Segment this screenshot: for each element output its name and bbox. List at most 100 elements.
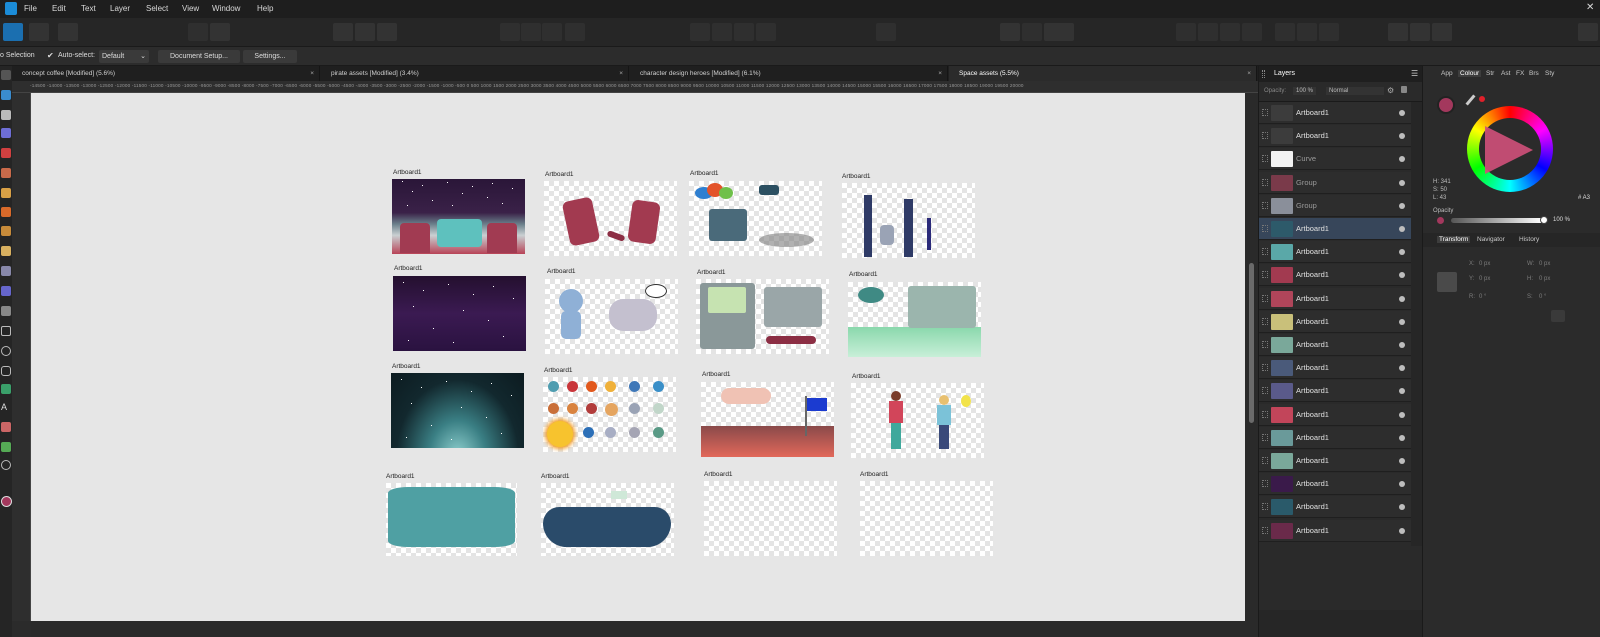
layer-row[interactable]: Artboard1 [1259,473,1411,496]
tab-character-design-heroes[interactable]: character design heroes [Modified] (6.1%… [630,66,948,81]
menu-edit[interactable]: Edit [52,4,66,13]
pixel-persona-icon[interactable] [29,23,49,41]
close-tab-icon[interactable]: × [310,66,314,81]
artboard-teal-panel[interactable] [386,483,517,556]
layer-row[interactable]: Artboard1 [1259,496,1411,519]
assistant3-icon[interactable] [1432,23,1452,41]
layer-row[interactable]: Artboard1 [1259,426,1411,449]
node-tool-icon[interactable] [1,110,11,120]
zoom-tool-icon[interactable] [1,460,11,470]
layer-row[interactable]: Artboard1 [1259,380,1411,403]
artboard-tool-icon[interactable] [1,90,11,100]
visibility-dot-icon[interactable] [1399,481,1405,488]
tab-fx[interactable]: FX [1516,70,1524,77]
visibility-dot-icon[interactable] [1399,110,1405,116]
snap-toggle-icon[interactable] [1022,23,1042,41]
layer-row[interactable]: Group [1259,171,1411,194]
opacity-field[interactable]: 100 % [1293,87,1317,95]
w-field[interactable]: 0 px [1539,261,1550,267]
visibility-dot-icon[interactable] [1399,249,1405,256]
align-left-icon[interactable] [500,23,520,41]
geometry-icon[interactable] [1176,23,1196,41]
tab-str[interactable]: Str [1486,70,1494,77]
transparency-tool-icon[interactable] [1,266,11,276]
snap-icon[interactable] [333,23,353,41]
close-tab-icon[interactable]: × [1247,66,1251,81]
align-center-icon[interactable] [521,23,541,41]
drag-handle-icon[interactable] [1262,503,1268,511]
visibility-dot-icon[interactable] [1399,272,1405,279]
distribute-icon[interactable] [690,23,710,41]
shape-tool-icon[interactable] [1,384,11,394]
arrange3-icon[interactable] [756,23,776,41]
artboard-astronaut[interactable] [545,279,678,354]
checkbox-icon[interactable]: ✔ [47,51,54,60]
tab-brs[interactable]: Brs [1529,70,1539,77]
settings-icon[interactable] [210,23,230,41]
align-right-icon[interactable] [542,23,562,41]
artboard-chairs[interactable] [544,181,677,256]
anchor-grid-icon[interactable] [1437,272,1457,292]
close-tab-icon[interactable]: × [619,66,623,81]
paint-tool-icon[interactable] [1,207,11,217]
artboard-empty[interactable] [704,481,837,556]
place-tool-icon[interactable] [1,286,11,296]
grid-icon[interactable] [1000,23,1020,41]
visibility-dot-icon[interactable] [1399,434,1405,441]
menu-help[interactable]: Help [257,4,273,13]
tab-history[interactable]: History [1519,236,1539,243]
drag-handle-icon[interactable] [1262,410,1268,418]
blend-mode-dropdown[interactable]: Normal [1326,87,1384,95]
drag-handle-icon[interactable] [1262,387,1268,395]
drag-handle-icon[interactable] [1262,248,1268,256]
menu-window[interactable]: Window [212,4,240,13]
assistant-icon[interactable] [1388,23,1408,41]
artboard-purple-space[interactable] [393,276,526,351]
layer-row[interactable]: Artboard1 [1259,334,1411,356]
drag-handle-icon[interactable] [1262,225,1268,232]
drag-handle-icon[interactable] [1262,178,1268,186]
drag-handle-icon[interactable] [1262,480,1268,488]
colour-swatch-icon[interactable] [1437,96,1455,114]
visibility-dot-icon[interactable] [1399,504,1405,511]
opacity-value[interactable]: 100 % [1553,217,1570,223]
drag-handle-icon[interactable] [1262,132,1268,140]
magnet-icon[interactable] [1044,23,1074,41]
tab-pirate-assets[interactable]: pirate assets [Modified] (3.4%) × [321,66,629,81]
eyedropper-tool-icon[interactable] [1,422,11,432]
tab-colour[interactable]: Colour [1458,70,1482,77]
pen-tool-icon[interactable] [1,148,11,158]
visibility-dot-icon[interactable] [1399,527,1405,534]
layer-row[interactable]: Artboard1 [1259,102,1411,124]
close-tab-icon[interactable]: × [938,66,942,81]
assistant2-icon[interactable] [1410,23,1430,41]
auto-select-dropdown[interactable]: Default ⌄ [99,50,149,63]
artboard-control-panels[interactable] [696,279,829,354]
visibility-dot-icon[interactable] [1399,179,1405,186]
menu-view[interactable]: View [182,4,199,13]
transform-options-icon[interactable] [1551,310,1565,322]
designer-persona-icon[interactable] [3,23,23,41]
hex-readout[interactable]: # A3 [1578,195,1590,201]
h-field[interactable]: 0 px [1539,276,1550,282]
drag-handle-icon[interactable] [1262,457,1268,464]
visibility-dot-icon[interactable] [1399,458,1405,464]
snap2-icon[interactable] [355,23,375,41]
artboard-green-ground[interactable] [848,282,981,357]
menu-file[interactable]: File [24,4,37,13]
table-tool-icon[interactable] [1,442,11,452]
visibility-dot-icon[interactable] [1399,202,1405,209]
canvas[interactable]: Artboard1 Artboard1 Artboard1 Artboard1 … [31,93,1245,621]
layer-row[interactable]: Artboard1 [1259,287,1411,310]
drag-handle-icon[interactable] [1262,526,1268,534]
menu-select[interactable]: Select [146,4,168,13]
tab-navigator[interactable]: Navigator [1477,236,1505,243]
brush-tool-icon[interactable] [1,188,11,198]
app-logo-icon[interactable] [5,2,17,15]
lock-icon[interactable] [1401,86,1407,93]
tab-sty[interactable]: Sty [1545,70,1554,77]
rotate-icon[interactable] [876,23,896,41]
drag-handle-icon[interactable] [1262,109,1268,116]
geometry5-icon[interactable] [1275,23,1295,41]
s-field[interactable]: 0 ° [1539,294,1546,300]
